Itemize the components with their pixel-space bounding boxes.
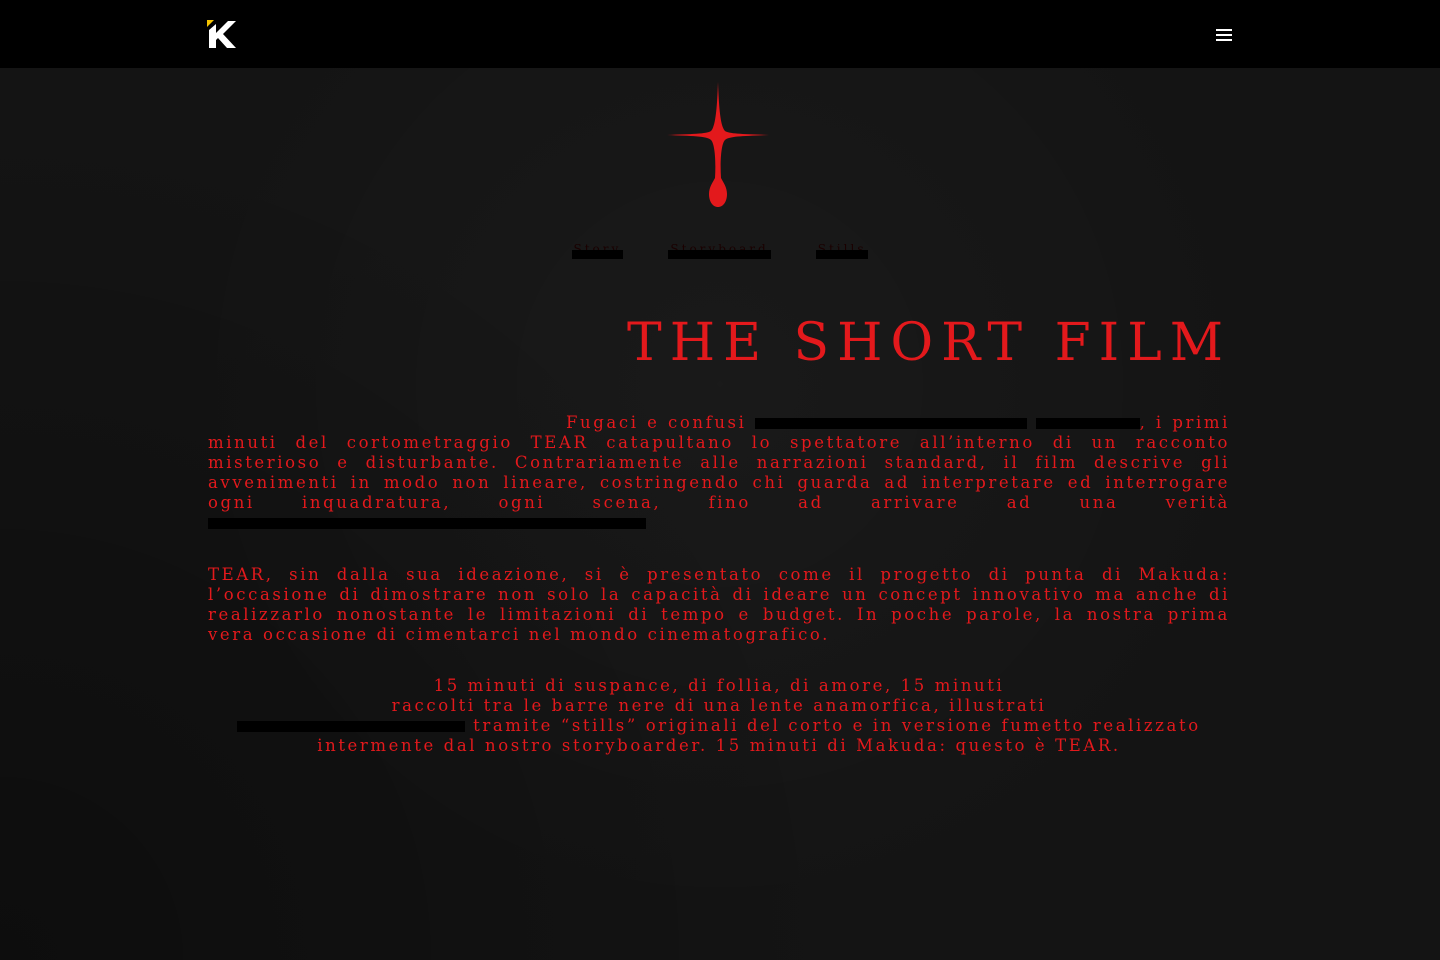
closing-line: raccolti tra le barre nere di una lente … (391, 696, 1047, 715)
redacted-text (208, 518, 646, 529)
section-subnav: Story Storyboard Stills (0, 238, 1440, 262)
menu-line (1216, 39, 1232, 41)
closing-line: 15 minuti di suspance, di follia, di amo… (433, 676, 1005, 695)
redacted-text (755, 418, 1028, 429)
menu-line (1216, 34, 1232, 36)
closing-line: intermente dal nostro storyboarder. 15 m… (317, 736, 1121, 755)
project-paragraph: TEAR, sin dalla sua ideazione, si è pres… (208, 565, 1230, 644)
top-bar (0, 0, 1440, 68)
tear-cross-emblem-icon (667, 82, 769, 207)
page-title: THE SHORT FILM (627, 313, 1231, 373)
hamburger-menu-button[interactable] (1212, 24, 1236, 44)
menu-line (1216, 29, 1232, 31)
intro-paragraph: Fugaci e confusi , i primi minuti del co… (208, 413, 1230, 533)
redacted-text (1035, 418, 1140, 429)
redacted-text (237, 721, 466, 732)
closing-paragraph: 15 minuti di suspance, di follia, di amo… (208, 676, 1230, 756)
subnav-item-story[interactable]: Story (571, 242, 624, 259)
subnav-item-stills[interactable]: Stills (815, 242, 869, 259)
closing-line: tramite “stills” originali del corto e i… (473, 716, 1201, 735)
intro-text-start: Fugaci e confusi (566, 413, 747, 432)
subnav-item-storyboard[interactable]: Storyboard (668, 242, 771, 259)
makuda-logo-icon[interactable] (207, 20, 237, 48)
